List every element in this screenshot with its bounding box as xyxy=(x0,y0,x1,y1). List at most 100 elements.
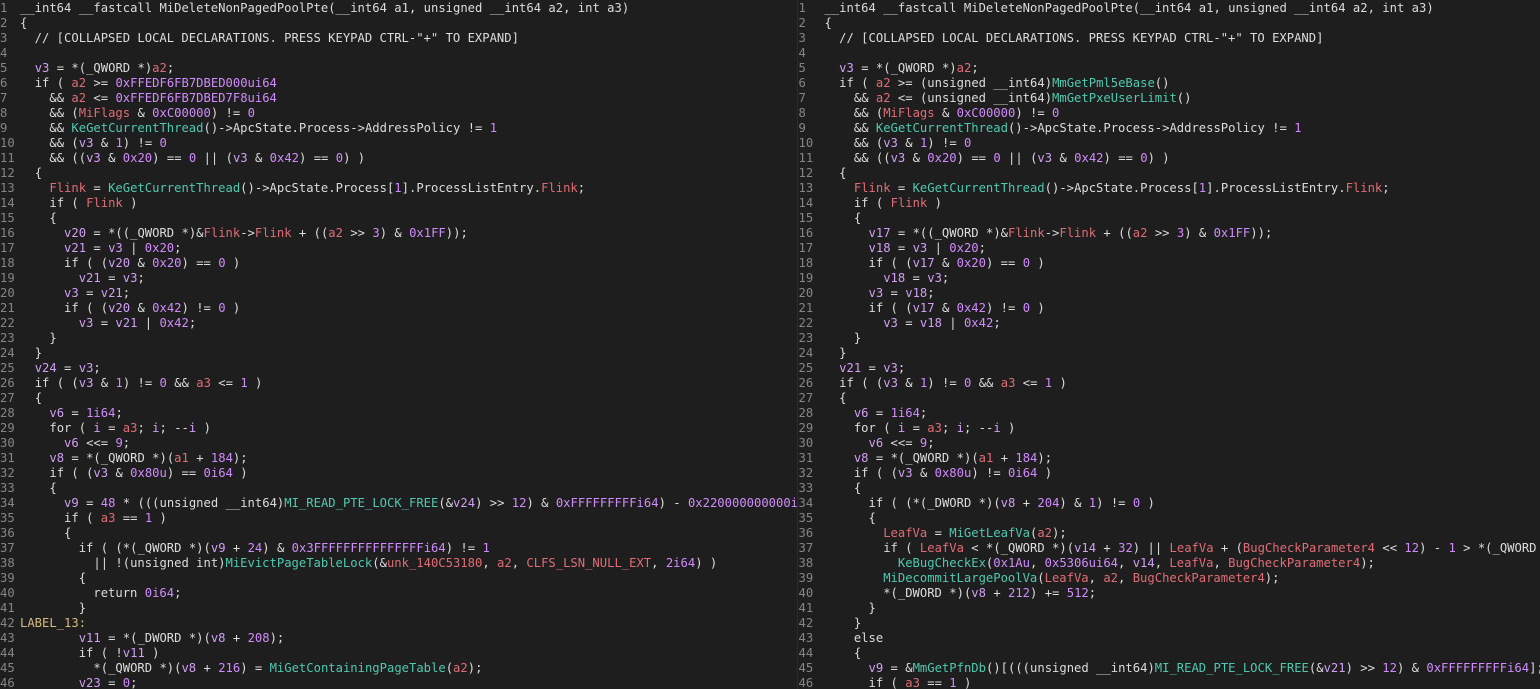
right-code-line[interactable]: 1 __int64 __fastcall MiDeleteNonPagedPool… xyxy=(798,1,1433,16)
right-code-line[interactable]: 28 v6 = 1i64; xyxy=(798,406,927,421)
left-code-line[interactable]: 34 v9 = 48 * (((unsigned __int64)MI_READ… xyxy=(0,496,797,511)
left-code-line[interactable]: 39 { xyxy=(0,571,86,586)
right-code-line[interactable]: 38 KeBugCheckEx(0x1Au, 0x5306ui64, v14, … xyxy=(798,556,1374,571)
left-code-line[interactable]: 17 v21 = v3 | 0x20; xyxy=(0,241,182,256)
left-code-line[interactable]: 32 if ( (v3 & 0x80u) == 0i64 ) xyxy=(0,466,248,481)
left-code-line[interactable]: 42 LABEL_13: xyxy=(0,616,86,631)
right-code-line[interactable]: 31 v8 = *(_QWORD *)(a1 + 184); xyxy=(798,451,1052,466)
left-code-line[interactable]: 36 { xyxy=(0,526,71,541)
left-code-line[interactable]: 6 if ( a2 >= 0xFFEDF6FB7DBED000ui64 xyxy=(0,76,277,91)
right-code-line[interactable]: 34 if ( (*(_DWORD *)(v8 + 204) & 1) != 0… xyxy=(798,496,1154,511)
left-code-line[interactable]: 1 __int64 __fastcall MiDeleteNonPagedPool… xyxy=(0,1,629,16)
line-number: 7 xyxy=(798,91,806,105)
right-code-line[interactable]: 25 v21 = v3; xyxy=(798,361,905,376)
left-code-line[interactable]: 25 v24 = v3; xyxy=(0,361,101,376)
right-code-line[interactable]: 5 v3 = *(_QWORD *)a2; xyxy=(798,61,978,76)
right-code-line[interactable]: 3 // [COLLAPSED LOCAL DECLARATIONS. PRES… xyxy=(798,31,1323,46)
right-code-line[interactable]: 9 && KeGetCurrentThread()->ApcState.Proc… xyxy=(798,121,1301,136)
right-code-line[interactable]: 21 if ( (v17 & 0x42) != 0 ) xyxy=(798,301,1044,316)
right-code-line[interactable]: 23 } xyxy=(798,331,861,346)
right-code-line[interactable]: 30 v6 <<= 9; xyxy=(798,436,934,451)
left-code-line[interactable]: 27 { xyxy=(0,391,42,406)
left-pseudocode-pane[interactable]: 1 __int64 __fastcall MiDeleteNonPagedPool… xyxy=(0,0,798,689)
right-code-line[interactable]: 29 for ( i = a3; i; --i ) xyxy=(798,421,1015,436)
left-code-line[interactable]: 44 if ( !v11 ) xyxy=(0,646,159,661)
right-code-line[interactable]: 42 } xyxy=(798,616,861,631)
right-code-line[interactable]: 45 v9 = &MmGetPfnDb()[(((unsigned __int6… xyxy=(798,661,1540,676)
line-text: { xyxy=(49,211,57,225)
right-code-line[interactable]: 14 if ( Flink ) xyxy=(798,196,941,211)
line-number: 41 xyxy=(0,601,15,615)
right-code-line[interactable]: 26 if ( (v3 & 1) != 0 && a3 <= 1 ) xyxy=(798,376,1066,391)
left-code-line[interactable]: 46 v23 = 0; xyxy=(0,676,137,689)
right-code-line[interactable]: 37 if ( LeafVa < *(_QWORD *)(v14 + 32) |… xyxy=(798,541,1540,556)
left-code-line[interactable]: 4 xyxy=(0,46,20,61)
left-code-line[interactable]: 24 } xyxy=(0,346,42,361)
right-code-line[interactable]: 18 if ( (v17 & 0x20) == 0 ) xyxy=(798,256,1044,271)
left-code-line[interactable]: 14 if ( Flink ) xyxy=(0,196,137,211)
left-code-line[interactable]: 12 { xyxy=(0,166,42,181)
left-code-line[interactable]: 43 v11 = *(_DWORD *)(v8 + 208); xyxy=(0,631,284,646)
left-code-line[interactable]: 20 v3 = v21; xyxy=(0,286,130,301)
left-code-line[interactable]: 31 v8 = *(_QWORD *)(a1 + 184); xyxy=(0,451,248,466)
left-code-line[interactable]: 38 || !(unsigned int)MiEvictPageTableLoc… xyxy=(0,556,717,571)
left-code-line[interactable]: 35 if ( a3 == 1 ) xyxy=(0,511,167,526)
right-code-line[interactable]: 22 v3 = v18 | 0x42; xyxy=(798,316,1000,331)
right-code-line[interactable]: 44 { xyxy=(798,646,861,661)
left-code-line[interactable]: 16 v20 = *((_QWORD *)&Flink->Flink + ((a… xyxy=(0,226,468,241)
left-code-line[interactable]: 11 && ((v3 & 0x20) == 0 || (v3 & 0x42) =… xyxy=(0,151,365,166)
left-code-line[interactable]: 15 { xyxy=(0,211,57,226)
right-code-line[interactable]: 36 LeafVa = MiGetLeafVa(a2); xyxy=(798,526,1066,541)
right-code-line[interactable]: 40 *(_DWORD *)(v8 + 212) += 512; xyxy=(798,586,1096,601)
right-code-line[interactable]: 43 else xyxy=(798,631,883,646)
right-code-line[interactable]: 6 if ( a2 >= (unsigned __int64)MmGetPml5… xyxy=(798,76,1169,91)
left-code-line[interactable]: 22 v3 = v21 | 0x42; xyxy=(0,316,196,331)
right-code-line[interactable]: 19 v18 = v3; xyxy=(798,271,949,286)
left-code-line[interactable]: 13 Flink = KeGetCurrentThread()->ApcStat… xyxy=(0,181,585,196)
right-code-line[interactable]: 8 && (MiFlags & 0xC00000) != 0 xyxy=(798,106,1059,121)
right-code-line[interactable]: 33 { xyxy=(798,481,861,496)
left-code-line[interactable]: 26 if ( (v3 & 1) != 0 && a3 <= 1 ) xyxy=(0,376,262,391)
right-code-line[interactable]: 17 v18 = v3 | 0x20; xyxy=(798,241,986,256)
left-code-line[interactable]: 45 *(_QWORD *)(v8 + 216) = MiGetContaini… xyxy=(0,661,482,676)
right-code-line[interactable]: 35 { xyxy=(798,511,875,526)
line-text: v6 = 1i64; xyxy=(49,406,123,420)
left-code-line[interactable]: 33 { xyxy=(0,481,57,496)
left-code-line[interactable]: 23 } xyxy=(0,331,57,346)
right-code-line[interactable]: 39 MiDecommitLargePoolVa(LeafVa, a2, Bug… xyxy=(798,571,1279,586)
right-code-line[interactable]: 41 } xyxy=(798,601,875,616)
left-code-line[interactable]: 2{ xyxy=(0,16,27,31)
left-code-line[interactable]: 3 // [COLLAPSED LOCAL DECLARATIONS. PRES… xyxy=(0,31,519,46)
right-code-line[interactable]: 7 && a2 <= (unsigned __int64)MmGetPxeUse… xyxy=(798,91,1191,106)
left-code-line[interactable]: 37 if ( (*(_QWORD *)(v9 + 24) & 0x3FFFFF… xyxy=(0,541,490,556)
right-code-line[interactable]: 15 { xyxy=(798,211,861,226)
right-code-line[interactable]: 16 v17 = *((_QWORD *)&Flink->Flink + ((a… xyxy=(798,226,1272,241)
left-code-line[interactable]: 8 && (MiFlags & 0xC00000) != 0 xyxy=(0,106,255,121)
line-text: if ( (v17 & 0x20) == 0 ) xyxy=(868,256,1045,270)
right-code-line[interactable]: 24 } xyxy=(798,346,846,361)
left-code-line[interactable]: 19 v21 = v3; xyxy=(0,271,145,286)
right-code-line[interactable]: 12 { xyxy=(798,166,846,181)
right-code-line[interactable]: 11 && ((v3 & 0x20) == 0 || (v3 & 0x42) =… xyxy=(798,151,1169,166)
right-code-line[interactable]: 2{ xyxy=(798,16,831,31)
right-code-line[interactable]: 13 Flink = KeGetCurrentThread()->ApcStat… xyxy=(798,181,1389,196)
right-pseudocode-pane[interactable]: 1 __int64 __fastcall MiDeleteNonPagedPool… xyxy=(797,0,1540,689)
left-code-line[interactable]: 18 if ( (v20 & 0x20) == 0 ) xyxy=(0,256,240,271)
left-code-line[interactable]: 21 if ( (v20 & 0x42) != 0 ) xyxy=(0,301,240,316)
left-code-line[interactable]: 7 && a2 <= 0xFFEDF6FB7DBED7F8ui64 xyxy=(0,91,277,106)
left-code-line[interactable]: 28 v6 = 1i64; xyxy=(0,406,123,421)
right-code-line[interactable]: 10 && (v3 & 1) != 0 xyxy=(798,136,971,151)
left-code-line[interactable]: 40 return 0i64; xyxy=(0,586,181,601)
right-code-line[interactable]: 46 if ( a3 == 1 ) xyxy=(798,676,971,689)
left-code-line[interactable]: 29 for ( i = a3; i; --i ) xyxy=(0,421,211,436)
left-code-line[interactable]: 9 && KeGetCurrentThread()->ApcState.Proc… xyxy=(0,121,497,136)
right-code-line[interactable]: 4 xyxy=(798,46,824,61)
left-code-line[interactable]: 30 v6 <<= 9; xyxy=(0,436,130,451)
left-code-line[interactable]: 41 } xyxy=(0,601,86,616)
left-code-line[interactable]: 5 v3 = *(_QWORD *)a2; xyxy=(0,61,174,76)
right-code-line[interactable]: 32 if ( (v3 & 0x80u) != 0i64 ) xyxy=(798,466,1052,481)
line-text: else xyxy=(853,631,884,645)
left-code-line[interactable]: 10 && (v3 & 1) != 0 xyxy=(0,136,167,151)
right-code-line[interactable]: 27 { xyxy=(798,391,846,406)
right-code-line[interactable]: 20 v3 = v18; xyxy=(798,286,934,301)
